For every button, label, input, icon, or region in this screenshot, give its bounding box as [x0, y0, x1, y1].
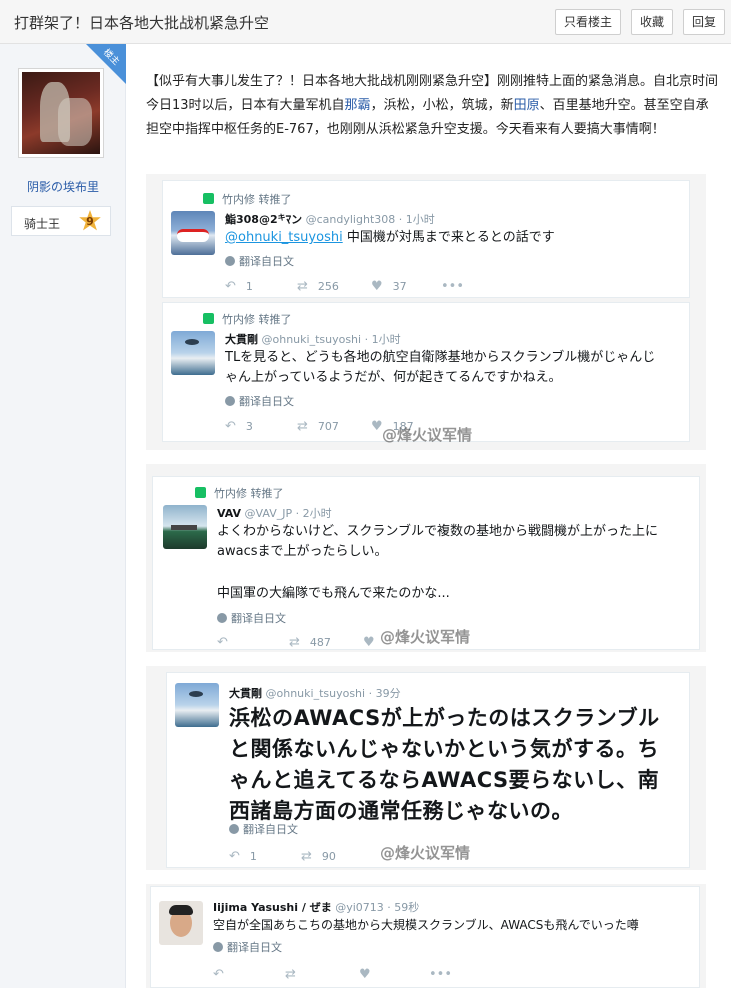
- tweet-actions: ↶ ⇄ ♥ •••: [213, 967, 513, 983]
- tweet-screenshot-2: 竹内修 转推了 VAV @VAV_JP · 2小时 よくわからないけど、スクラン…: [146, 464, 706, 652]
- tweet-author[interactable]: VAV @VAV_JP · 2小时: [217, 505, 332, 521]
- retweet-icon: ⇄: [285, 967, 296, 982]
- heart-icon: ♥: [359, 967, 371, 982]
- tweet-actions: ↶ 3 ⇄ 707 ♥ 187: [225, 419, 525, 435]
- tweet-card: 竹内修 转推了 VAV @VAV_JP · 2小时 よくわからないけど、スクラン…: [152, 476, 700, 650]
- tweet-actions: ↶ ⇄ 487 ♥: [217, 635, 517, 651]
- tweet-avatar[interactable]: [175, 683, 219, 727]
- globe-icon: [217, 613, 227, 623]
- more-icon[interactable]: •••: [429, 967, 462, 982]
- translate-link[interactable]: 翻译自日文: [225, 393, 294, 409]
- globe-icon: [213, 942, 223, 952]
- translate-link[interactable]: 翻译自日文: [213, 939, 282, 955]
- tweet-text: 浜松のAWACSが上がったのはスクランブルと関係ないんじゃないかという気がする。…: [229, 706, 660, 823]
- retweet-icon: [195, 487, 206, 498]
- like-action[interactable]: ♥: [359, 967, 381, 982]
- more-icon[interactable]: •••: [441, 279, 474, 294]
- avatar[interactable]: [18, 68, 104, 158]
- translate-link[interactable]: 翻译自日文: [225, 253, 294, 269]
- link-tahara[interactable]: 田原: [514, 98, 540, 113]
- tweet-author[interactable]: 大貫剛 @ohnuki_tsuyoshi · 1小时: [225, 331, 401, 347]
- reply-icon: ↶: [229, 849, 240, 864]
- tweet-text: 空自が全国あちこちの基地から大規模スクランブル、AWACSも飛んでいった噂: [213, 918, 639, 932]
- mention-link[interactable]: @ohnuki_tsuyoshi: [225, 230, 343, 245]
- retweet-action[interactable]: ⇄ 90: [301, 849, 336, 864]
- tweet-author[interactable]: 大貫剛 @ohnuki_tsuyoshi · 39分: [229, 685, 401, 701]
- tweet-screenshot-3: 大貫剛 @ohnuki_tsuyoshi · 39分 浜松のAWACSが上がった…: [146, 666, 706, 870]
- reply-icon: ↶: [217, 635, 228, 650]
- reply-button[interactable]: 回复: [683, 9, 725, 35]
- tweet-actions: ↶ 1 ⇄ 90: [229, 849, 529, 865]
- translate-link[interactable]: 翻译自日文: [229, 821, 298, 837]
- author-name[interactable]: 阴影の埃布里: [0, 178, 126, 195]
- translate-link[interactable]: 翻译自日文: [217, 610, 286, 626]
- tweet-avatar[interactable]: [171, 211, 215, 255]
- reply-icon: ↶: [225, 419, 236, 434]
- tweet-screenshot-1: 竹内修 转推了 鮨308@2キﾏン @candylight308 · 1小时 @…: [146, 174, 706, 450]
- watermark: @烽火议军情: [380, 628, 471, 646]
- retweet-label: 竹内修 转推了: [195, 485, 284, 501]
- tweet-card: 竹内修 转推了 鮨308@2キﾏン @candylight308 · 1小时 @…: [162, 180, 690, 298]
- retweet-icon: [203, 193, 214, 204]
- favorite-button[interactable]: 收藏: [631, 9, 673, 35]
- tweet-avatar[interactable]: [171, 331, 215, 375]
- like-action[interactable]: ♥ 37: [371, 279, 407, 294]
- thread-title: 打群架了！日本各地大批战机紧急升空: [14, 14, 270, 32]
- retweet-label: 竹内修 转推了: [203, 311, 292, 327]
- thread-header: 打群架了！日本各地大批战机紧急升空 只看楼主 收藏 回复: [0, 0, 731, 44]
- tweet-avatar[interactable]: [159, 901, 203, 945]
- retweet-action[interactable]: ⇄ 707: [297, 419, 339, 434]
- globe-icon: [225, 256, 235, 266]
- retweet-icon: [203, 313, 214, 324]
- heart-icon: ♥: [371, 279, 383, 294]
- retweet-icon: ⇄: [289, 635, 300, 650]
- retweet-action[interactable]: ⇄: [285, 967, 306, 982]
- rank-title: 骑士王: [24, 217, 61, 231]
- tweet-card: 大貫剛 @ohnuki_tsuyoshi · 39分 浜松のAWACSが上がった…: [166, 672, 690, 868]
- reply-icon: ↶: [213, 967, 224, 982]
- tweet-card: Iijima Yasushi / ぜま @yi0713 · 59秒 空自が全国あ…: [150, 886, 700, 988]
- post-body: 【似乎有大事儿发生了？！日本各地大批战机刚刚紧急升空】刚刚推特上面的紧急消息。自…: [146, 74, 719, 137]
- tweet-actions: ↶ 1 ⇄ 256 ♥ 37 •••: [225, 279, 525, 295]
- reply-icon: ↶: [225, 279, 236, 294]
- author-only-button[interactable]: 只看楼主: [555, 9, 621, 35]
- reply-action[interactable]: ↶ 3: [225, 419, 253, 434]
- tweet-author[interactable]: Iijima Yasushi / ぜま @yi0713 · 59秒: [213, 899, 419, 915]
- watermark: @烽火议军情: [380, 844, 471, 862]
- tweet-text: TLを見ると、どうも各地の航空自衛隊基地からスクランブル機がじゃんじゃん上がって…: [225, 350, 656, 385]
- tweet-text-line2: 中国軍の大編隊でも飛んで来たのかな...: [217, 586, 450, 601]
- tweet-avatar[interactable]: [163, 505, 207, 549]
- heart-icon: ♥: [363, 635, 375, 650]
- retweet-icon: ⇄: [301, 849, 312, 864]
- retweet-icon: ⇄: [297, 419, 308, 434]
- tweet-text: よくわからないけど、スクランブルで複数の基地から戦闘機が上がった上にawacsま…: [217, 524, 658, 559]
- reply-action[interactable]: ↶: [213, 967, 234, 982]
- reply-action[interactable]: ↶ 1: [225, 279, 253, 294]
- rank-level: 9: [86, 215, 94, 228]
- globe-icon: [225, 396, 235, 406]
- retweet-icon: ⇄: [297, 279, 308, 294]
- link-naba[interactable]: 那霸: [345, 98, 371, 113]
- rank-badge: 骑士王 9: [11, 206, 111, 236]
- tweet-screenshot-4: Iijima Yasushi / ぜま @yi0713 · 59秒 空自が全国あ…: [146, 884, 706, 988]
- retweet-label: 竹内修 转推了: [203, 191, 292, 207]
- reply-action[interactable]: ↶: [217, 635, 238, 650]
- retweet-action[interactable]: ⇄ 256: [297, 279, 339, 294]
- globe-icon: [229, 824, 239, 834]
- tweet-text: @ohnuki_tsuyoshi 中国機が対馬まで来とるとの話です: [225, 230, 555, 245]
- heart-icon: ♥: [371, 419, 383, 434]
- watermark: @烽火议军情: [382, 426, 473, 444]
- tweet-card: 竹内修 转推了 大貫剛 @ohnuki_tsuyoshi · 1小时 TLを見る…: [162, 302, 690, 442]
- reply-action[interactable]: ↶ 1: [229, 849, 257, 864]
- tweet-author[interactable]: 鮨308@2キﾏン @candylight308 · 1小时: [225, 211, 435, 227]
- retweet-action[interactable]: ⇄ 487: [289, 635, 331, 650]
- author-panel: 楼主 阴影の埃布里 骑士王 9: [0, 44, 126, 988]
